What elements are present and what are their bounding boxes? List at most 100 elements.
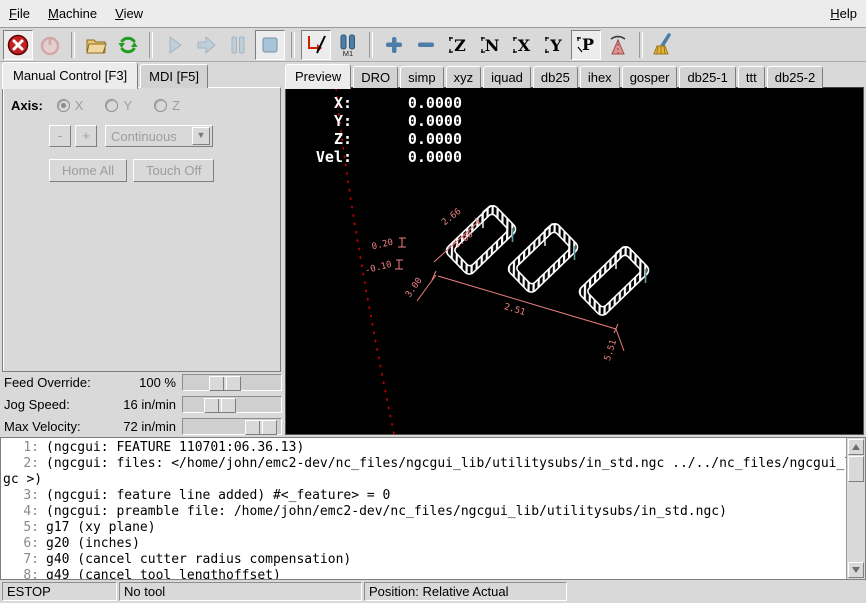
step-button[interactable] — [191, 30, 221, 60]
svg-text:5.51: 5.51 — [603, 339, 619, 363]
step-icon — [194, 33, 218, 57]
menu-machine[interactable]: Machine — [39, 2, 106, 25]
gcode-line[interactable]: 8:g49 (cancel tool lengthoffset) — [1, 568, 845, 580]
dro-y-row: Y:0.0000 — [304, 112, 462, 130]
tab-ihex[interactable]: ihex — [580, 66, 620, 88]
rotate-view-icon — [606, 33, 630, 57]
view-y-icon: Y — [542, 33, 566, 57]
tab-simp[interactable]: simp — [400, 66, 443, 88]
menu-help[interactable]: Help — [821, 2, 866, 25]
max-velocity-value: 72 in/min — [108, 419, 182, 434]
open-file-button[interactable] — [81, 30, 111, 60]
svg-text:3.00: 3.00 — [404, 276, 425, 300]
override-sliders: Feed Override: 100 % Jog Speed: 16 in/mi… — [0, 372, 283, 438]
jog-minus-button[interactable]: - — [49, 125, 71, 147]
slider-handle[interactable] — [209, 376, 241, 391]
view-z-button[interactable]: Z — [443, 30, 473, 60]
status-estop: ESTOP — [2, 582, 117, 601]
view-z-icon: Z — [446, 33, 470, 57]
estop-button[interactable] — [3, 30, 33, 60]
vertical-scrollbar[interactable] — [846, 438, 865, 579]
main-area: Manual Control [F3] MDI [F5] Axis: X Y Z… — [0, 62, 866, 437]
axis-radio-y[interactable]: Y — [105, 98, 132, 113]
scrollbar-up-arrow[interactable] — [848, 439, 864, 455]
jog-speed-slider[interactable] — [182, 396, 282, 413]
tab-db25-2[interactable]: db25-2 — [767, 66, 823, 88]
reload-button[interactable] — [113, 30, 143, 60]
jog-increment-combobox[interactable]: Continuous ▼ — [105, 125, 213, 147]
dro-x-row: X:0.0000 — [304, 94, 462, 112]
tab-db25[interactable]: db25 — [533, 66, 578, 88]
zoom-out-button[interactable] — [411, 30, 441, 60]
feed-override-value: 100 % — [108, 375, 182, 390]
tab-mdi[interactable]: MDI [F5] — [140, 64, 208, 88]
gcode-line[interactable]: 2:(ngcgui: files: </home/john/emc2-dev/n… — [1, 456, 845, 472]
scrollbar-down-arrow[interactable] — [848, 562, 864, 578]
jog-speed-value: 16 in/min — [108, 397, 182, 412]
tab-manual-control[interactable]: Manual Control [F3] — [2, 62, 138, 89]
tab-db25-1[interactable]: db25-1 — [679, 66, 735, 88]
toolbar-separator — [639, 32, 643, 58]
gcode-line[interactable]: 6:g20 (inches) — [1, 536, 845, 552]
axis-radio-x[interactable]: X — [57, 98, 84, 113]
view-x-button[interactable]: X — [507, 30, 537, 60]
touch-off-button[interactable]: Touch Off — [133, 159, 214, 182]
optional-pause-button[interactable]: M1 — [333, 30, 363, 60]
home-all-button[interactable]: Home All — [49, 159, 127, 182]
jog-speed-label: Jog Speed: — [0, 397, 108, 412]
axis-radio-z[interactable]: Z — [154, 98, 180, 113]
control-panel: Manual Control [F3] MDI [F5] Axis: X Y Z… — [0, 62, 283, 437]
svg-text:2.66: 2.66 — [440, 207, 463, 228]
slider-handle[interactable] — [204, 398, 236, 413]
menu-file[interactable]: File — [0, 2, 39, 25]
stop-button[interactable] — [255, 30, 285, 60]
pause-button[interactable] — [223, 30, 253, 60]
tab-dro[interactable]: DRO — [353, 66, 398, 88]
preview-canvas[interactable]: 2.66 1.00 0.20 -0.10 3.00 2.51 5.51 X:0.… — [285, 87, 864, 435]
control-tabs: Manual Control [F3] MDI [F5] — [2, 62, 210, 88]
svg-text:-0.10: -0.10 — [364, 260, 393, 276]
toolpath-connector-2 — [506, 221, 580, 294]
skip-lines-button[interactable] — [301, 30, 331, 60]
tab-preview[interactable]: Preview — [285, 64, 351, 89]
feed-override-slider[interactable] — [182, 374, 282, 391]
svg-text:M1: M1 — [343, 49, 353, 57]
pause-icon — [226, 33, 250, 57]
view-perspective-button[interactable]: P — [571, 30, 601, 60]
jog-plus-button[interactable]: + — [75, 125, 97, 147]
gcode-line-continuation[interactable]: gc >) — [1, 472, 845, 488]
gcode-line[interactable]: 1:(ngcgui: FEATURE 110701:06.36.13) — [1, 440, 845, 456]
rotate-view-button[interactable] — [603, 30, 633, 60]
stop-icon — [258, 33, 282, 57]
clear-plot-icon — [652, 33, 676, 57]
clear-plot-button[interactable] — [649, 30, 679, 60]
zoom-in-button[interactable] — [379, 30, 409, 60]
svg-text:X: X — [518, 36, 531, 55]
gcode-line[interactable]: 7:g40 (cancel cutter radius compensation… — [1, 552, 845, 568]
gcode-line[interactable]: 3:(ngcgui: feature line added) #<_featur… — [1, 488, 845, 504]
view-y-button[interactable]: Y — [539, 30, 569, 60]
svg-text:P: P — [582, 35, 594, 54]
view-z-rotated-button[interactable]: N — [475, 30, 505, 60]
tab-gosper[interactable]: gosper — [622, 66, 678, 88]
status-bar: ESTOP No tool Position: Relative Actual — [0, 580, 866, 603]
slider-handle[interactable] — [245, 420, 277, 435]
svg-text:2.51: 2.51 — [503, 302, 527, 318]
max-velocity-slider[interactable] — [182, 418, 282, 435]
gcode-listing[interactable]: 1:(ngcgui: FEATURE 110701:06.36.13) 2:(n… — [0, 437, 866, 580]
menu-view[interactable]: View — [106, 2, 152, 25]
tab-iquad[interactable]: iquad — [483, 66, 531, 88]
gcode-line[interactable]: 5:g17 (xy plane) — [1, 520, 845, 536]
estop-icon — [6, 33, 30, 57]
tab-ttt[interactable]: ttt — [738, 66, 765, 88]
run-button[interactable] — [159, 30, 189, 60]
machine-power-button[interactable] — [35, 30, 65, 60]
status-tool: No tool — [119, 582, 362, 601]
toolbar-separator — [149, 32, 153, 58]
scrollbar-thumb[interactable] — [848, 456, 864, 482]
dimension-labels: 2.66 1.00 0.20 -0.10 3.00 2.51 5.51 — [364, 207, 619, 362]
gcode-line[interactable]: 4:(ngcgui: preamble file: /home/john/emc… — [1, 504, 845, 520]
tab-xyz[interactable]: xyz — [446, 66, 482, 88]
max-velocity-label: Max Velocity: — [0, 419, 108, 434]
menu-bar: File Machine View Help — [0, 0, 866, 28]
